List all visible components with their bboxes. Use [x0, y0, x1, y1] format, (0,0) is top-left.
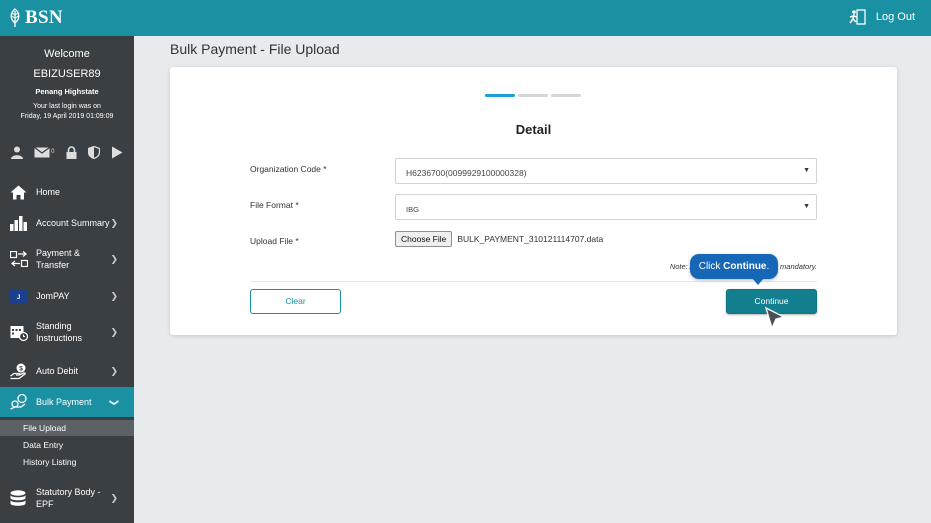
divider	[250, 281, 817, 282]
sidebar-item-payment-transfer[interactable]: Payment & Transfer ❯	[0, 239, 134, 279]
bar-chart-icon	[10, 215, 27, 231]
play-icon[interactable]	[111, 146, 123, 159]
file-format-select[interactable]: IBG ▼	[395, 194, 817, 220]
org-code-label: Organization Code *	[250, 164, 327, 174]
caret-down-icon: ▼	[803, 167, 810, 174]
sidebar-item-label: JomPAY	[36, 291, 70, 301]
chevron-right-icon: ❯	[110, 326, 118, 337]
branch-name: Penang Highstate	[35, 87, 99, 96]
step-3-indicator	[551, 94, 581, 97]
calendar-icon	[10, 324, 28, 341]
user-icon[interactable]	[11, 146, 23, 159]
last-login: Your last login was on Friday, 19 April …	[20, 103, 114, 120]
sidebar-item-label: Home	[36, 187, 61, 197]
sidebar-item-label: Auto Debit	[36, 366, 79, 376]
step-progress	[485, 94, 581, 97]
clear-button[interactable]: Clear	[250, 289, 341, 314]
jompay-icon: J	[10, 289, 27, 303]
sidebar-item-jompay[interactable]: J JomPAY ❯	[0, 281, 134, 311]
sidebar-item-account-summary[interactable]: Account Summary ❯	[0, 208, 134, 238]
welcome-panel: Welcome EBIZUSER89 Penang Highstate Your…	[0, 36, 134, 122]
leaf-logo-icon	[10, 8, 20, 27]
exit-icon	[849, 9, 866, 25]
tooltip-suffix: .	[766, 261, 770, 272]
page-title: Bulk Payment - File Upload	[170, 41, 340, 57]
org-code-select[interactable]: H6236700(0099929100000328) ▼	[395, 158, 817, 184]
svg-text:J: J	[17, 295, 20, 301]
username: EBIZUSER89	[33, 68, 101, 80]
home-icon	[10, 185, 27, 200]
tooltip-action: Continue	[723, 261, 767, 272]
database-icon	[10, 489, 26, 507]
sidebar-item-label: Statutory Body - EPF	[36, 487, 101, 509]
transfer-icon	[10, 251, 28, 267]
step-2-indicator	[518, 94, 548, 97]
chevron-down-icon: ❯	[109, 398, 120, 406]
tooltip-prefix: Click	[698, 261, 724, 272]
logout-button[interactable]: Log Out	[848, 9, 915, 25]
guide-tooltip: Click Continue.	[690, 254, 778, 285]
sidebar-item-statutory-epf[interactable]: Statutory Body - EPF ❯	[0, 478, 134, 518]
mail-count: 0	[51, 149, 55, 155]
welcome-text: Welcome	[44, 48, 90, 60]
svg-text:$: $	[19, 365, 23, 372]
choose-file-button[interactable]: Choose File	[395, 231, 453, 247]
bsn-logo[interactable]: BSN	[8, 7, 63, 29]
org-code-value: H6236700(0099929100000328)	[406, 168, 527, 178]
section-title: Detail	[515, 122, 552, 137]
file-format-value: IBG	[406, 205, 419, 214]
logout-label: Log Out	[875, 11, 915, 23]
caret-down-icon: ▼	[803, 203, 810, 210]
sidebar-item-auto-debit[interactable]: $ Auto Debit ❯	[0, 356, 134, 386]
sidebar-item-label: Account Summary	[36, 218, 110, 228]
sidebar-item-label: Standing Instructions	[36, 321, 83, 343]
chevron-right-icon: ❯	[110, 290, 118, 301]
file-upload-row: Choose File BULK_PAYMENT_310121114707.da…	[395, 231, 603, 247]
chevron-right-icon: ❯	[110, 365, 118, 376]
file-format-label: File Format *	[250, 200, 299, 210]
chevron-right-icon: ❯	[110, 217, 118, 228]
sidebar-item-label: Payment & Transfer	[36, 248, 81, 270]
chevron-right-icon: ❯	[110, 253, 118, 264]
sidebar-item-home[interactable]: Home	[0, 177, 134, 207]
sidebar-item-standing-instructions[interactable]: Standing Instructions ❯	[0, 312, 134, 352]
top-bar: BSN Log Out	[0, 0, 931, 36]
selected-file-name: BULK_PAYMENT_310121114707.data	[457, 234, 604, 244]
sidebar: Welcome EBIZUSER89 Penang Highstate Your…	[0, 36, 134, 523]
sidebar-item-bulk-payment[interactable]: Bulk Payment ❯	[0, 387, 134, 417]
submenu-file-upload[interactable]: File Upload	[0, 420, 134, 436]
mail-icon[interactable]: 0	[34, 146, 55, 158]
mouse-pointer-icon	[764, 306, 786, 330]
submenu-history-listing[interactable]: History Listing	[0, 454, 134, 470]
lock-icon[interactable]	[66, 145, 77, 159]
chevron-right-icon: ❯	[110, 492, 118, 503]
sidebar-item-label: Bulk Payment	[36, 397, 92, 407]
submenu-data-entry[interactable]: Data Entry	[0, 437, 134, 453]
hand-coin-icon: $	[10, 363, 28, 380]
quick-icons: 0	[0, 144, 134, 160]
step-1-indicator	[485, 94, 515, 97]
shield-icon[interactable]	[87, 145, 100, 159]
upload-file-label: Upload File *	[250, 236, 299, 246]
logo-text: BSN	[25, 7, 63, 28]
upload-form-card: Detail Organization Code * H6236700(0099…	[170, 67, 897, 335]
coins-icon	[10, 394, 28, 410]
